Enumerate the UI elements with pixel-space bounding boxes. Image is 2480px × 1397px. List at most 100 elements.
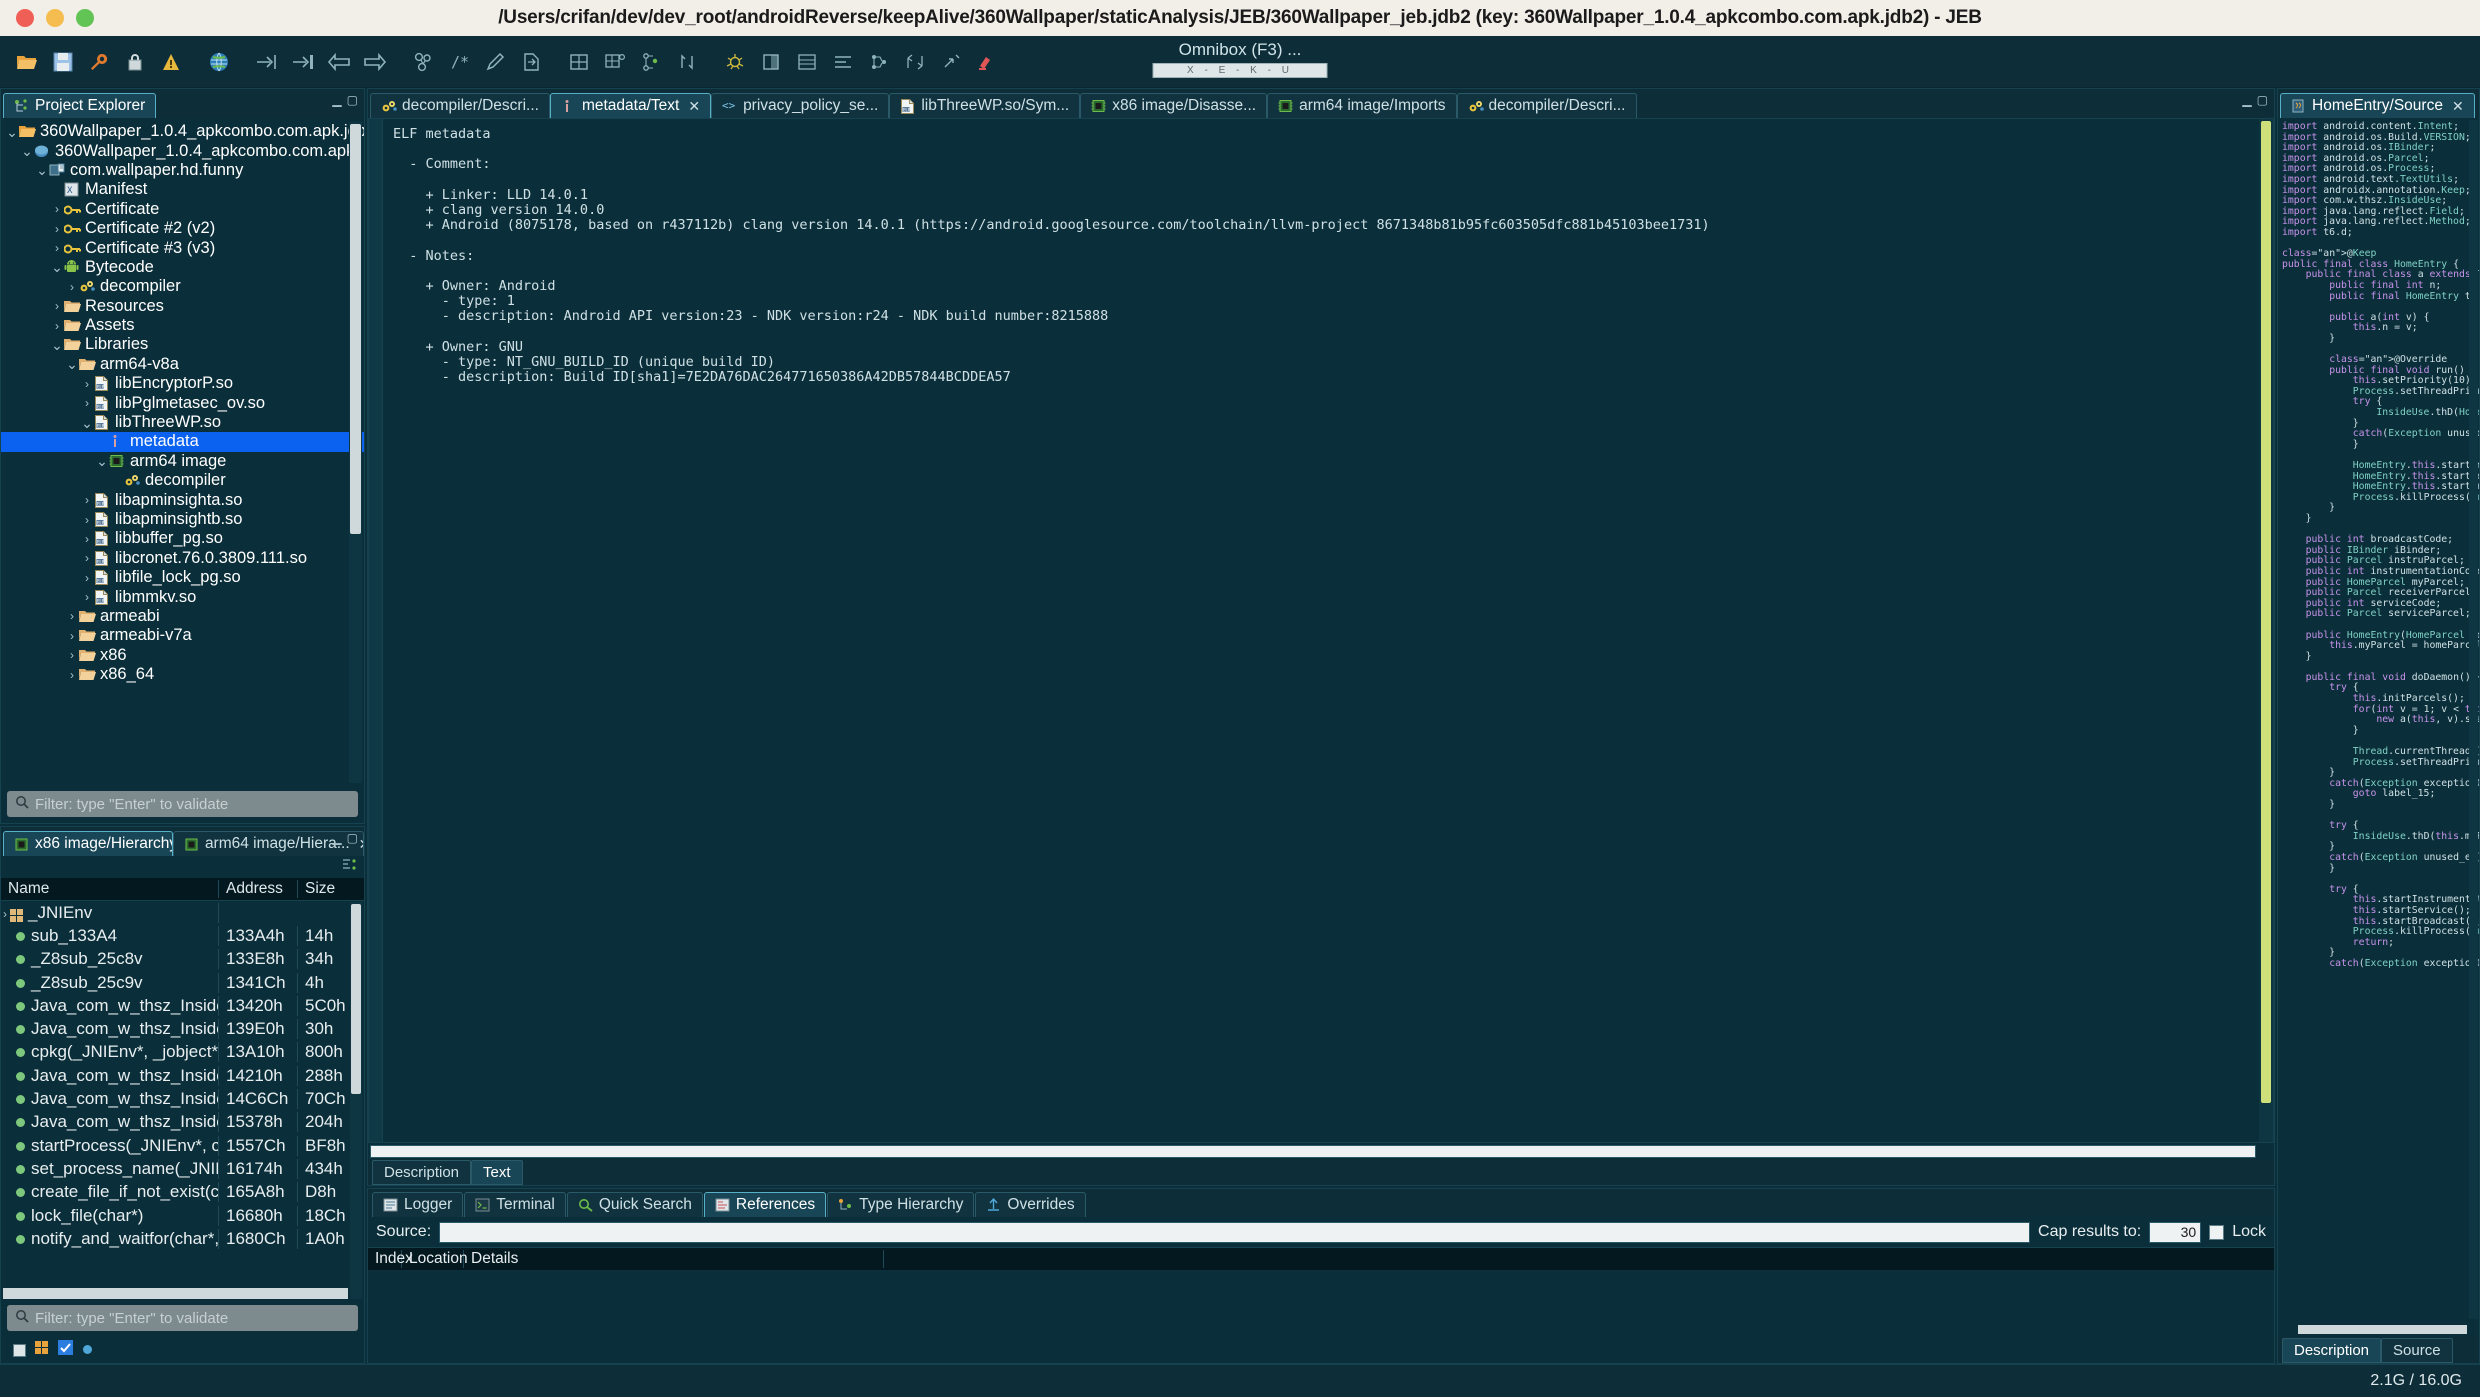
tree-item-certificate-2-v2[interactable]: › Certificate #2 (v2)	[1, 219, 364, 238]
chevron-right-icon[interactable]: ›	[50, 202, 64, 216]
window-controls[interactable]	[0, 9, 94, 27]
panel-controls[interactable]: ▁ ▢	[332, 93, 358, 107]
pencil-icon[interactable]	[478, 45, 512, 79]
expand-collapse-icon[interactable]	[342, 857, 358, 877]
chevron-right-icon[interactable]: ›	[65, 648, 79, 662]
maximize-window-button[interactable]	[76, 9, 94, 27]
subtab-source[interactable]: Source	[2381, 1337, 2453, 1363]
tree-item-decompiler[interactable]: › decompiler	[1, 277, 364, 296]
symbol-table-row[interactable]: › _JNIEnv	[1, 901, 364, 924]
tree-item-x86[interactable]: › x86	[1, 646, 364, 665]
chevron-right-icon[interactable]: ›	[80, 513, 94, 527]
bug-icon[interactable]	[718, 45, 752, 79]
editor-tab-privacy-policy-se[interactable]: <> privacy_policy_se...	[711, 93, 890, 118]
minimize-window-button[interactable]	[46, 9, 64, 27]
close-icon[interactable]: ✕	[688, 98, 700, 115]
tree-item-arm64-image[interactable]: ⌄ arm64 image	[1, 452, 364, 471]
symbol-table-row[interactable]: cpkg(_JNIEnv*, _jobject*) 13A10h 800h	[1, 1041, 364, 1064]
editor-tab-decompiler-descri[interactable]: decompiler/Descri...	[1456, 93, 1637, 118]
graph-icon[interactable]	[406, 45, 440, 79]
chevron-right-icon[interactable]: ›	[3, 907, 7, 921]
references-table-body[interactable]	[368, 1270, 2274, 1363]
legend-dot-icon[interactable]	[82, 1340, 93, 1360]
bottom-tab-references[interactable]: References	[703, 1192, 827, 1217]
chevron-down-icon[interactable]: ⌄	[50, 338, 64, 352]
symbol-table-row[interactable]: _Z8sub_25c8v 133E8h 34h	[1, 948, 364, 971]
symbol-panel-controls[interactable]: ▁ ▢	[332, 831, 358, 845]
tree-item-libapminsightb-so[interactable]: › ELF libapminsightb.so	[1, 510, 364, 529]
omnibox-input[interactable]: X - E - K - U	[1152, 63, 1328, 78]
comment-icon[interactable]: /*	[442, 45, 476, 79]
symbol-table-row[interactable]: _Z8sub_25c9v 1341Ch 4h	[1, 971, 364, 994]
source-vscrollbar[interactable]	[2469, 120, 2478, 1319]
legend-grid-icon[interactable]	[35, 1340, 49, 1360]
bottom-tab-terminal[interactable]: Terminal	[464, 1192, 566, 1217]
align-icon[interactable]	[826, 45, 860, 79]
hierarchy-icon[interactable]	[634, 45, 668, 79]
chevron-right-icon[interactable]: ›	[65, 629, 79, 643]
tree-item-manifest[interactable]: X Manifest	[1, 180, 364, 199]
tree-item-resources[interactable]: › Resources	[1, 297, 364, 316]
tree-item-360wallpaper-1-0-4-apkcombo-com-apk-jdb2[interactable]: ⌄ 360Wallpaper_1.0.4_apkcombo.com.apk.jdb…	[1, 122, 364, 141]
tree-item-libpglmetasec-ov-so[interactable]: › ELF libPglmetasec_ov.so	[1, 393, 364, 412]
chevron-down-icon[interactable]: ⌄	[95, 454, 109, 468]
bottom-tab-overrides[interactable]: Overrides	[975, 1192, 1086, 1217]
chevron-right-icon[interactable]: ›	[80, 493, 94, 507]
cap-results-input[interactable]: 30	[2149, 1221, 2202, 1243]
tree-scrollbar-thumb[interactable]	[350, 124, 361, 534]
chevron-right-icon[interactable]: ›	[50, 299, 64, 313]
column-header-address[interactable]: Address	[219, 880, 298, 898]
maximize-panel-icon[interactable]: ▢	[347, 831, 358, 845]
omnibox[interactable]: Omnibox (F3) ... X - E - K - U	[1152, 40, 1328, 78]
tree-item-armeabi-v7a[interactable]: › armeabi-v7a	[1, 626, 364, 645]
symbol-table-row[interactable]: Java_com_w_thsz_InsideUse_thA 139E0h 30h	[1, 1017, 364, 1040]
tree-item-libbuffer-pg-so[interactable]: › ELF libbuffer_pg.so	[1, 529, 364, 548]
modules-icon[interactable]	[598, 45, 632, 79]
chevron-right-icon[interactable]: ›	[50, 241, 64, 255]
arrow-icon[interactable]	[934, 45, 968, 79]
chevron-right-icon[interactable]: ›	[80, 551, 94, 565]
source-input[interactable]	[439, 1221, 2031, 1243]
chevron-down-icon[interactable]: ⌄	[35, 163, 49, 177]
symbol-table-row[interactable]: Java_com_w_thsz_InsideUse_thD 14C6Ch 70Ch	[1, 1087, 364, 1110]
symbol-table-row[interactable]: create_file_if_not_exist(char*) 165A8h D8h	[1, 1181, 364, 1204]
column-header-details[interactable]: Details	[464, 1250, 884, 1268]
source-hscrollbar[interactable]	[2298, 1325, 2467, 1334]
editor-vscrollbar-thumb[interactable]	[2261, 121, 2271, 1104]
tree-item-com-wallpaper-hd-funny[interactable]: ⌄ com.wallpaper.hd.funny	[1, 161, 364, 180]
chevron-right-icon[interactable]: ›	[65, 280, 79, 294]
list-icon[interactable]	[790, 45, 824, 79]
tree-item-libencryptorp-so[interactable]: › ELF libEncryptorP.so	[1, 374, 364, 393]
maximize-panel-icon[interactable]: ▢	[2257, 93, 2268, 107]
highlight-icon[interactable]	[970, 45, 1004, 79]
chevron-down-icon[interactable]: ⌄	[65, 357, 79, 371]
tree-item-decompiler[interactable]: decompiler	[1, 471, 364, 490]
tab-project-explorer[interactable]: Project Explorer	[3, 93, 157, 118]
minimize-panel-icon[interactable]: ▁	[2242, 93, 2251, 107]
subtab-text[interactable]: Text	[471, 1159, 523, 1185]
save-icon[interactable]	[46, 45, 80, 79]
warning-icon[interactable]	[154, 45, 188, 79]
symbol-table-row[interactable]: sub_133A4 133A4h 14h	[1, 924, 364, 947]
symbol-table-row[interactable]: startProcess(_JNIEnv*, char const*, char…	[1, 1134, 364, 1157]
tree-item-libmmkv-so[interactable]: › ELF libmmkv.so	[1, 587, 364, 606]
tree-item-x86-64[interactable]: › x86_64	[1, 665, 364, 684]
column-header-location[interactable]: Location	[402, 1250, 468, 1268]
symbol-table-row[interactable]: notify_and_waitfor(char*, char*) 1680Ch 1A…	[1, 1227, 364, 1250]
lock-checkbox[interactable]	[2209, 1224, 2225, 1240]
columns-icon[interactable]	[754, 45, 788, 79]
lock-icon[interactable]	[118, 45, 152, 79]
tree-item-libthreewp-so[interactable]: ⌄ ELF libThreeWP.so	[1, 413, 364, 432]
editor-tab-decompiler-descri[interactable]: decompiler/Descri...	[370, 93, 550, 118]
tree-item-certificate[interactable]: › Certificate	[1, 200, 364, 219]
step-over-icon[interactable]	[286, 45, 320, 79]
symbol-table-row[interactable]: Java_com_w_thsz_InsideUse_thC 14210h 288h	[1, 1064, 364, 1087]
symbol-table-row[interactable]: Java_com_w_thsz_InsideUse_thB 13420h 5C0h	[1, 994, 364, 1017]
tree-item-libcronet-76-0-3809-111-so[interactable]: › ELF libcronet.76.0.3809.111.so	[1, 549, 364, 568]
chevron-right-icon[interactable]: ›	[65, 668, 79, 682]
tree-item-libapminsighta-so[interactable]: › ELF libapminsighta.so	[1, 490, 364, 509]
symbol-filter-input[interactable]: Filter: type "Enter" to validate	[7, 1305, 358, 1331]
wrench-icon[interactable]	[82, 45, 116, 79]
tree-scrollbar[interactable]	[349, 122, 362, 783]
project-tree[interactable]: ⌄ 360Wallpaper_1.0.4_apkcombo.com.apk.jdb…	[1, 118, 364, 684]
